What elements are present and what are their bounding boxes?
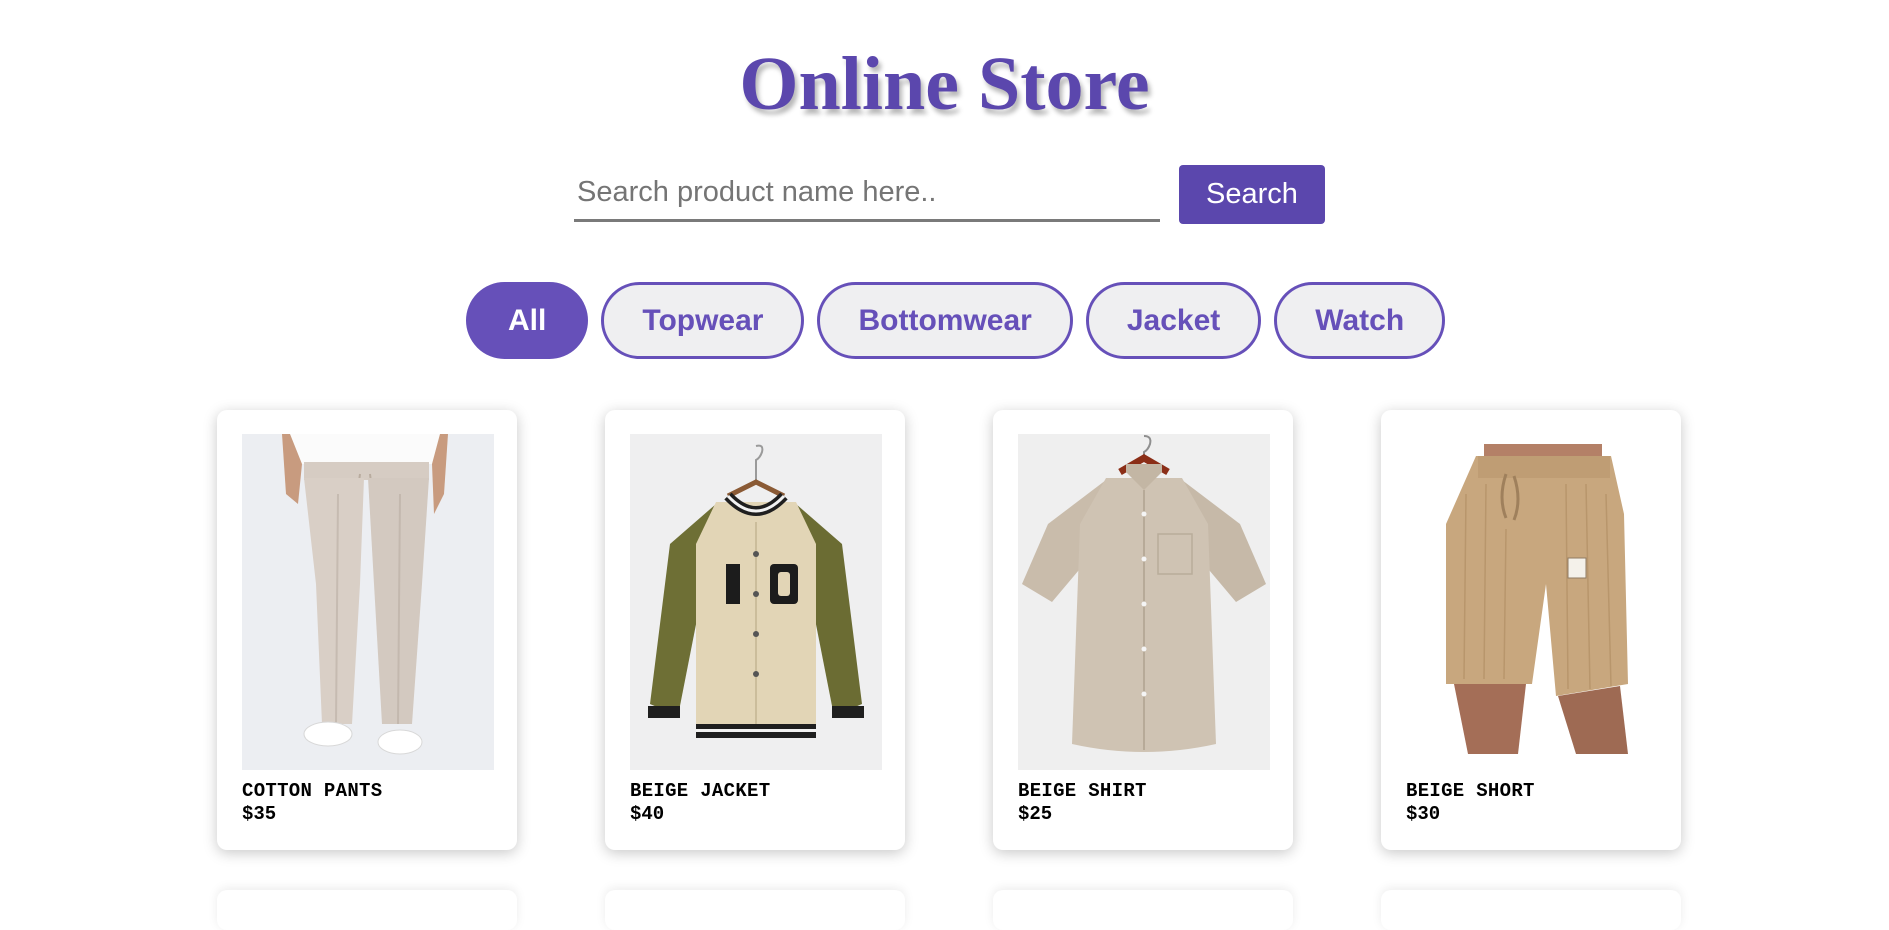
- filter-jacket[interactable]: Jacket: [1085, 282, 1262, 359]
- beige-short-image: [1406, 434, 1658, 770]
- cotton-pants-image: [242, 434, 494, 770]
- category-filters: All Topwear Bottomwear Jacket Watch: [466, 282, 1446, 359]
- product-price: $25: [1018, 803, 1053, 825]
- product-price: $35: [242, 803, 277, 825]
- product-name: BEIGE SHORT: [1406, 780, 1535, 802]
- product-price: $30: [1406, 803, 1441, 825]
- product-price: $40: [630, 803, 665, 825]
- product-card[interactable]: COTTON PANTS $35: [217, 410, 517, 850]
- product-card[interactable]: BEIGE JACKET $40: [605, 410, 905, 850]
- product-card[interactable]: [217, 890, 517, 930]
- product-name: BEIGE SHIRT: [1018, 780, 1147, 802]
- product-card[interactable]: BEIGE SHORT $30: [1381, 410, 1681, 850]
- product-card[interactable]: [993, 890, 1293, 930]
- product-card[interactable]: BEIGE SHIRT $25: [993, 410, 1293, 850]
- search-input[interactable]: [574, 166, 1160, 222]
- filter-topwear[interactable]: Topwear: [601, 282, 805, 359]
- product-card[interactable]: [605, 890, 905, 930]
- filter-watch[interactable]: Watch: [1274, 282, 1446, 359]
- filter-all[interactable]: All: [466, 282, 589, 359]
- product-name: COTTON PANTS: [242, 780, 383, 802]
- beige-shirt-image: [1018, 434, 1270, 770]
- product-name: BEIGE JACKET: [630, 780, 771, 802]
- filter-bottomwear[interactable]: Bottomwear: [817, 282, 1073, 359]
- product-card[interactable]: [1381, 890, 1681, 930]
- beige-jacket-image: [630, 434, 882, 770]
- search-bar: Search: [574, 164, 1325, 224]
- page-title: Online Store: [739, 42, 1150, 126]
- search-button[interactable]: Search: [1179, 164, 1325, 224]
